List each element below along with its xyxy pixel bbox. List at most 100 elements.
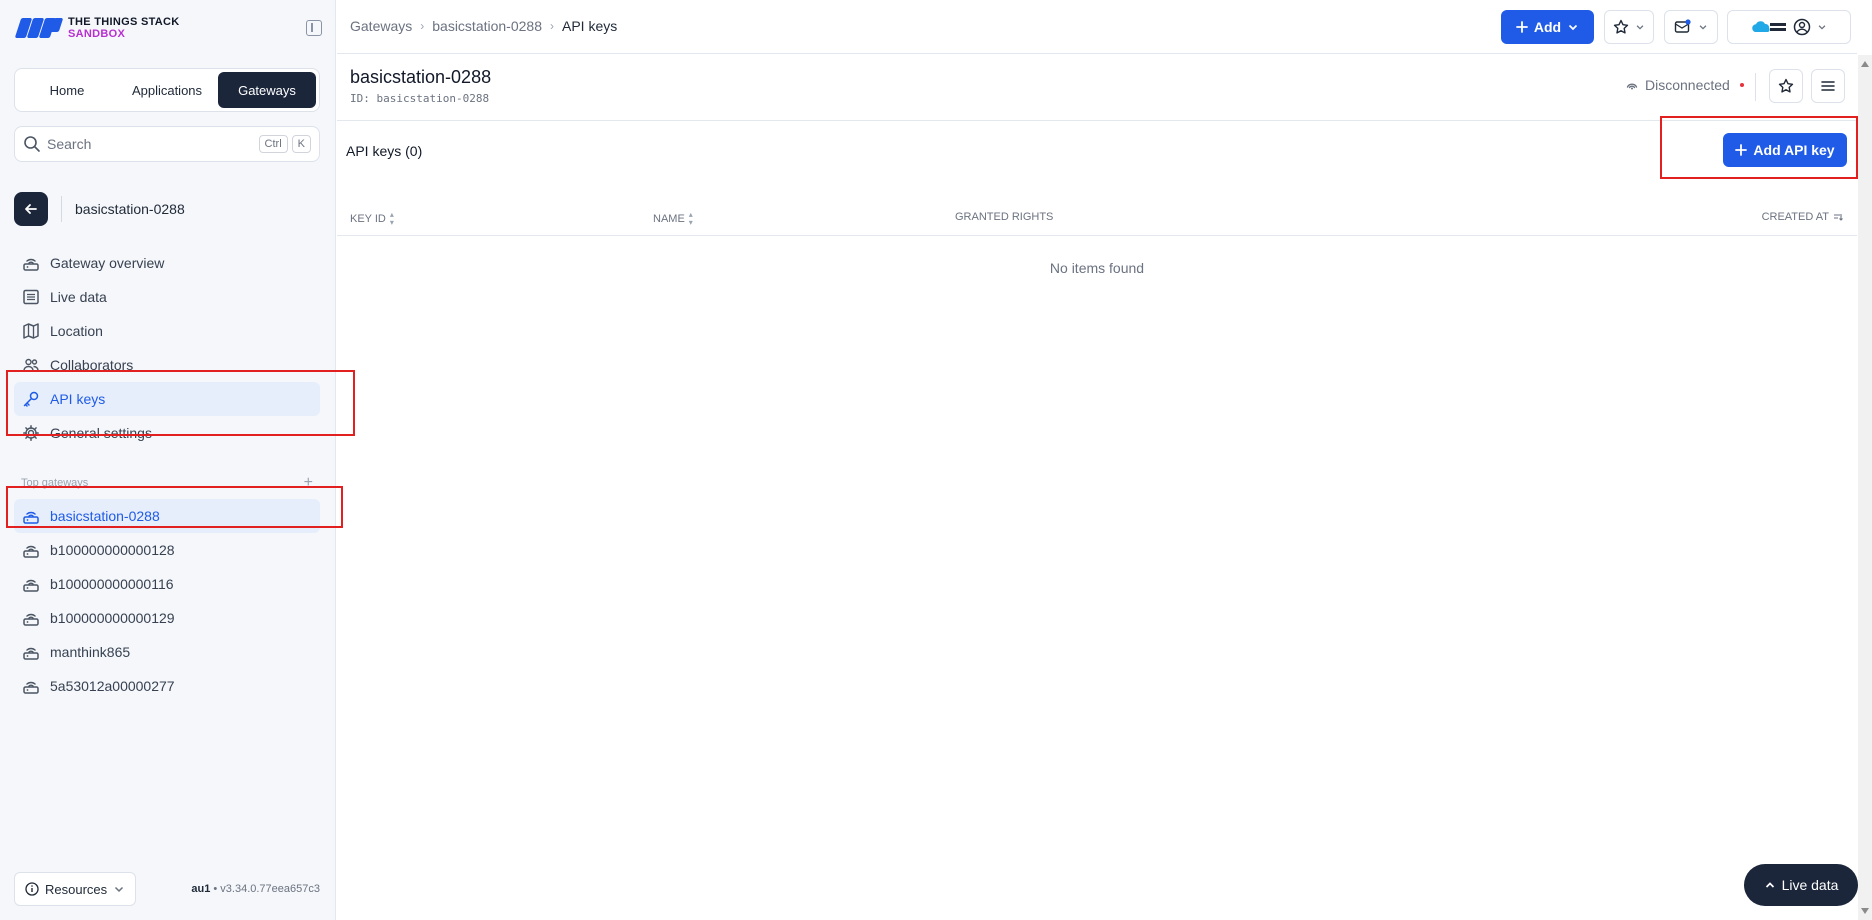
sidebar-item-label: Location <box>50 323 103 339</box>
column-name[interactable]: NAME ▴ ▾ <box>653 211 693 227</box>
brand-logo[interactable]: THE THINGS STACK SANDBOX <box>14 14 322 42</box>
gateway-icon <box>22 609 40 627</box>
info-icon <box>25 882 39 896</box>
gateway-id-value: basicstation-0288 <box>376 92 490 105</box>
gateway-icon <box>22 254 40 272</box>
ttn-cloud-logo-icon <box>1752 21 1786 32</box>
list-item[interactable]: b100000000000116 <box>14 567 320 601</box>
scrollbar[interactable] <box>1858 55 1872 920</box>
collapse-sidebar-icon[interactable] <box>306 20 322 36</box>
divider <box>61 196 62 222</box>
gateway-icon <box>22 541 40 559</box>
arrow-left-icon <box>25 204 37 214</box>
sidebar-footer: Resources au1 • v3.34.0.77eea657c3 <box>14 872 320 906</box>
tab-home[interactable]: Home <box>18 72 116 108</box>
column-label: GRANTED RIGHTS <box>955 211 1054 223</box>
inbox-icon <box>1674 19 1691 33</box>
version-label: v3.34.0.77eea657c3 <box>220 883 320 895</box>
column-label: KEY ID <box>350 213 386 225</box>
chevron-down-icon <box>1569 24 1578 31</box>
bookmark-gateway-button[interactable] <box>1769 69 1803 103</box>
gateway-icon <box>22 677 40 695</box>
column-created-at[interactable]: CREATED AT <box>1762 211 1843 223</box>
chevron-down-icon <box>1699 25 1707 30</box>
top-bar: Gateways › basicstation-0288 › API keys … <box>337 0 1857 54</box>
scroll-up-icon[interactable] <box>1861 61 1869 67</box>
shortcut-k: K <box>291 135 311 153</box>
status-dot <box>1739 83 1744 87</box>
search-input[interactable]: Search Ctrl K <box>14 126 320 162</box>
breadcrumb-current: API keys <box>562 18 618 34</box>
sidebar-item-label: Gateway overview <box>50 255 165 271</box>
live-data-label: Live data <box>1781 877 1839 893</box>
gateway-id-prefix: ID: <box>350 92 370 105</box>
breadcrumb-gateway[interactable]: basicstation-0288 <box>432 18 542 34</box>
breadcrumb-gateways[interactable]: Gateways <box>350 18 412 34</box>
highlight-box <box>6 486 343 528</box>
gateway-icon <box>22 575 40 593</box>
sidebar-item-live-data[interactable]: Live data <box>14 280 320 314</box>
gateway-menu-button[interactable] <box>1811 69 1845 103</box>
status-text: Disconnected <box>1645 77 1730 93</box>
column-label: NAME <box>653 213 685 225</box>
column-key-id[interactable]: KEY ID ▴ ▾ <box>350 211 394 227</box>
highlight-box <box>1660 116 1858 179</box>
tab-applications[interactable]: Applications <box>118 72 216 108</box>
version-info: au1 • v3.34.0.77eea657c3 <box>191 883 320 895</box>
sort-desc-icon <box>1834 214 1843 221</box>
highlight-box <box>6 370 355 436</box>
sidebar-item-location[interactable]: Location <box>14 314 320 348</box>
list-item[interactable]: manthink865 <box>14 635 320 669</box>
add-button[interactable]: Add <box>1501 10 1594 44</box>
add-button-label: Add <box>1533 19 1562 35</box>
chevron-up-icon <box>1765 882 1774 888</box>
star-icon <box>1613 19 1629 34</box>
list-item[interactable]: b100000000000128 <box>14 533 320 567</box>
chevron-down-icon <box>1636 25 1644 30</box>
gateway-name: 5a53012a00000277 <box>50 678 175 694</box>
plus-icon <box>1515 21 1528 33</box>
tab-gateways[interactable]: Gateways <box>218 72 316 108</box>
gateway-name: b100000000000129 <box>50 610 175 626</box>
search-placeholder: Search <box>47 136 92 152</box>
notifications-button[interactable] <box>1664 10 1718 44</box>
gateway-name: b100000000000116 <box>50 576 174 592</box>
list-icon <box>22 288 40 306</box>
bookmarks-button[interactable] <box>1604 10 1654 44</box>
sidebar-item-gateway-overview[interactable]: Gateway overview <box>14 246 320 280</box>
gateway-name: manthink865 <box>50 644 131 660</box>
shortcut-ctrl: Ctrl <box>258 135 288 153</box>
connection-status: Disconnected <box>1625 77 1744 93</box>
back-button[interactable] <box>14 192 48 226</box>
section-title: API keys (0) <box>346 143 423 159</box>
column-label: CREATED AT <box>1761 211 1829 223</box>
list-item[interactable]: b100000000000129 <box>14 601 320 635</box>
chevron-down-icon <box>115 886 124 893</box>
signal-icon <box>1626 83 1638 90</box>
resources-label: Resources <box>45 881 108 897</box>
sort-icon: ▴ ▾ <box>389 210 394 227</box>
top-gateways-list: basicstation-0288 b100000000000128 b1000… <box>14 499 320 703</box>
context-switcher: Home Applications Gateways <box>14 68 320 112</box>
map-icon <box>22 322 40 340</box>
chevron-right-icon: › <box>550 19 554 33</box>
gateway-id: ID: basicstation-0288 <box>350 92 489 105</box>
brand-edition: SANDBOX <box>68 28 126 40</box>
breadcrumb: Gateways › basicstation-0288 › API keys <box>350 18 617 34</box>
user-menu-button[interactable] <box>1727 10 1851 44</box>
column-granted-rights: GRANTED RIGHTS <box>955 211 1053 223</box>
tts-logo-icon <box>14 14 64 42</box>
sidebar-item-label: Live data <box>50 289 107 305</box>
star-icon <box>1778 78 1794 93</box>
resources-button[interactable]: Resources <box>14 872 137 906</box>
gateway-header: basicstation-0288 ID: basicstation-0288 … <box>337 55 1857 121</box>
list-item[interactable]: 5a53012a00000277 <box>14 669 320 703</box>
empty-state: No items found <box>1049 260 1145 276</box>
search-icon <box>24 136 40 152</box>
entity-back-row: basicstation-0288 <box>14 192 320 226</box>
gateway-icon <box>22 643 40 661</box>
scroll-down-icon[interactable] <box>1861 908 1869 914</box>
menu-icon <box>1821 81 1835 91</box>
entity-title: basicstation-0288 <box>75 201 185 217</box>
live-data-button[interactable]: Live data <box>1744 864 1858 906</box>
